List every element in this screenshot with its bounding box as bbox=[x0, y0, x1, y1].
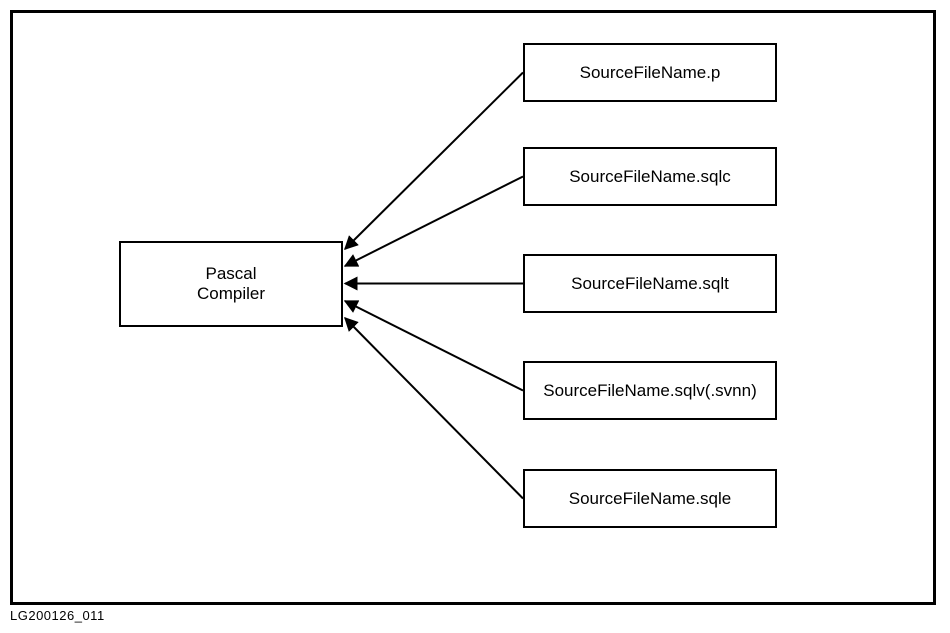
source-label-0: SourceFileName.p bbox=[580, 63, 721, 83]
source-box-1: SourceFileName.sqlc bbox=[523, 147, 777, 206]
diagram-frame: Pascal Compiler SourceFileName.p SourceF… bbox=[10, 10, 936, 605]
source-label-1: SourceFileName.sqlc bbox=[569, 167, 731, 187]
arrow-0 bbox=[345, 73, 523, 250]
source-label-3: SourceFileName.sqlv(.svnn) bbox=[543, 381, 757, 401]
target-label-line2: Compiler bbox=[197, 284, 265, 303]
source-box-2: SourceFileName.sqlt bbox=[523, 254, 777, 313]
figure-caption: LG200126_011 bbox=[10, 608, 105, 623]
target-box-pascal-compiler: Pascal Compiler bbox=[119, 241, 343, 327]
source-label-4: SourceFileName.sqle bbox=[569, 489, 732, 509]
source-box-4: SourceFileName.sqle bbox=[523, 469, 777, 528]
arrow-1 bbox=[345, 177, 523, 267]
source-box-3: SourceFileName.sqlv(.svnn) bbox=[523, 361, 777, 420]
source-box-0: SourceFileName.p bbox=[523, 43, 777, 102]
arrow-4 bbox=[345, 318, 523, 499]
target-label-line1: Pascal bbox=[205, 264, 256, 283]
target-label: Pascal Compiler bbox=[197, 264, 265, 303]
arrow-3 bbox=[345, 301, 523, 391]
source-label-2: SourceFileName.sqlt bbox=[571, 274, 729, 294]
